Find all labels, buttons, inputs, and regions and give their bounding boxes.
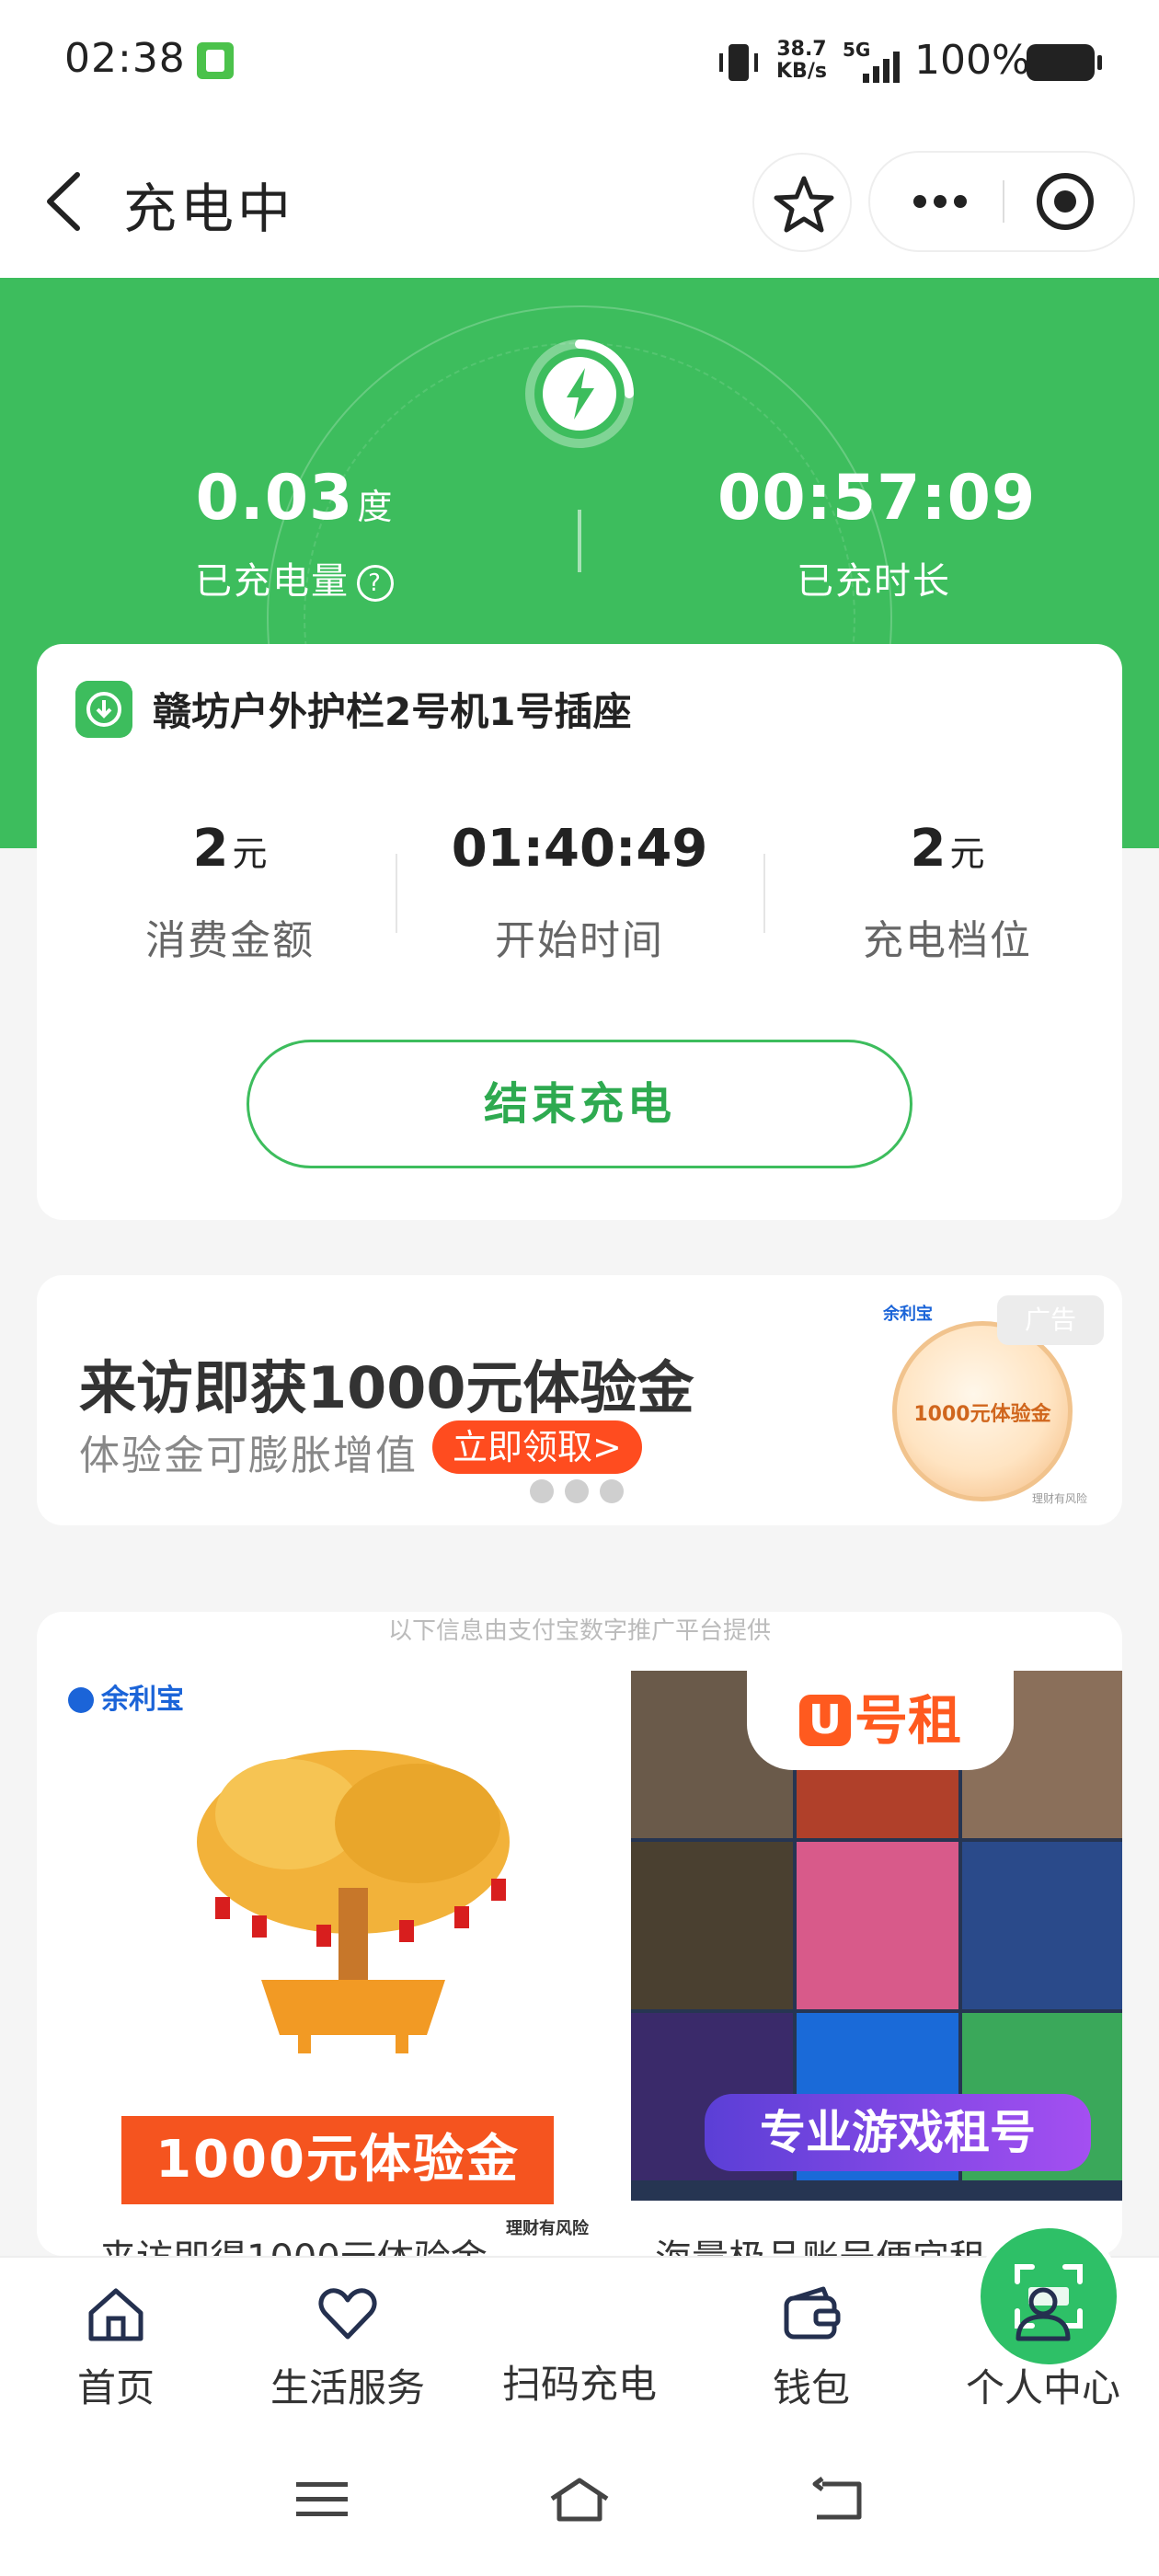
status-bar: 02:38 38.7 KB/s 5G 100%: [0, 0, 1159, 129]
coin-icon: 1000元体验金: [892, 1321, 1073, 1501]
column-divider: [396, 854, 397, 933]
coin-text: 1000元体验金: [913, 1403, 1051, 1426]
tab-label: 个人中心: [965, 2365, 1120, 2410]
person-icon: [1016, 2287, 1071, 2341]
ad-banner[interactable]: 来访即获1000元体验金 体验金可膨胀增值 立即领取> 余利宝 1000元体验金…: [37, 1275, 1122, 1525]
amount-value: 2: [192, 819, 229, 879]
tab-label: 钱包: [772, 2365, 850, 2410]
feed-caption-right[interactable]: 海量极品账号便宜租: [655, 2228, 986, 2256]
charging-bolt-icon: [525, 339, 634, 448]
tab-label: 扫码充电: [501, 2362, 657, 2407]
help-icon[interactable]: ?: [357, 565, 394, 602]
ad-subtitle: 体验金可膨胀增值: [79, 1432, 418, 1479]
carousel-dot: [565, 1479, 589, 1503]
feed-source-note: 以下信息由支付宝数字推广平台提供: [387, 1617, 771, 1645]
start-time-value: 01:40:49: [451, 819, 708, 879]
tab-scan-charge[interactable]: 扫码充电: [469, 2223, 1122, 2409]
yulibao-banner: 1000元体验金: [121, 2116, 554, 2204]
status-time: 02:38: [64, 35, 186, 82]
tab-profile[interactable]: 个人中心: [933, 2282, 1153, 2413]
star-icon: [774, 176, 834, 233]
yulibao-logo: 余利宝: [68, 1676, 184, 1717]
level-label: 充电档位: [863, 917, 1032, 964]
yulibao-logo-icon: [68, 1687, 94, 1713]
tab-life-services[interactable]: 生活服务: [237, 2282, 458, 2413]
menu-icon[interactable]: [293, 2477, 351, 2523]
start-time-label: 开始时间: [495, 917, 664, 964]
tab-label: 生活服务: [270, 2365, 425, 2410]
game-rental-banner: 专业游戏租号: [705, 2094, 1091, 2171]
charged-duration-stat: 00:57:09 已充时长: [717, 462, 1037, 604]
energy-value: 0.03: [195, 462, 354, 535]
wallet-icon: [784, 2286, 841, 2340]
game-art-tile: [797, 1842, 958, 2009]
nav-bar: 充电中: [0, 129, 1159, 278]
site-name: 赣坊户外护栏2号机1号插座: [153, 689, 632, 734]
system-navigation-bar: [0, 2420, 1159, 2576]
amount-stat: 2元 消费金额: [74, 819, 386, 966]
carousel-dot: [530, 1479, 554, 1503]
column-divider: [763, 854, 765, 933]
vibrate-icon: [719, 44, 758, 81]
battery-percent: 100%: [914, 37, 1030, 84]
carousel-indicator: [530, 1479, 640, 1505]
stat-divider: [578, 510, 581, 572]
tab-label: 首页: [76, 2365, 155, 2410]
more-button[interactable]: [870, 153, 1003, 250]
ad-title: 来访即获1000元体验金: [79, 1354, 694, 1421]
ad-claim-button[interactable]: 立即领取>: [432, 1420, 642, 1474]
mini-program-capsule: [868, 151, 1135, 252]
charging-session-card: 赣坊户外护栏2号机1号插座 2元 消费金额 01:40:49 开始时间 2元 充…: [37, 644, 1122, 1220]
favorite-button[interactable]: [752, 153, 852, 252]
level-stat: 2元 充电档位: [791, 819, 1104, 966]
start-time-stat: 01:40:49 开始时间: [423, 819, 736, 966]
ad-brand-logo: 余利宝: [883, 1305, 933, 1324]
home-icon: [88, 2288, 143, 2341]
yulibao-risk-note: 理财有风险: [506, 2219, 589, 2238]
battery-icon: [1027, 44, 1102, 81]
target-close-icon: [1037, 173, 1094, 230]
bottom-tab-bar: 首页 生活服务 扫码充电 钱包 个人中心: [0, 2223, 1159, 2420]
feed-item-yulibao[interactable]: 余利宝 1000元体验金 理财有风险: [68, 1667, 611, 2238]
signal-icon: [863, 52, 900, 83]
home-nav-icon[interactable]: [546, 2477, 613, 2523]
capsule-divider: [1003, 180, 1004, 223]
back-icon[interactable]: [40, 169, 86, 234]
notification-icon: [197, 42, 234, 79]
amount-unit: 元: [232, 834, 268, 874]
feed-item-game-rental[interactable]: U 号租 专业游戏租号: [631, 1671, 1122, 2201]
urent-logo: U 号租: [747, 1671, 1014, 1770]
ad-risk-note: 理财有风险: [1032, 1492, 1088, 1505]
carousel-dot: [600, 1479, 624, 1503]
level-unit: 元: [949, 834, 985, 874]
page-title: 充电中: [123, 178, 295, 240]
charger-site-icon: [75, 681, 132, 738]
energy-label: 已充电量: [195, 560, 350, 603]
promo-feed: 以下信息由支付宝数字推广平台提供 余利宝 1000元体验金 理财有风险 U 号租…: [37, 1612, 1122, 2256]
amount-label: 消费金额: [145, 917, 315, 964]
feed-caption-left[interactable]: 来访即得1000元体验金: [99, 2228, 488, 2256]
ad-tag[interactable]: 广告: [997, 1295, 1104, 1345]
duration-label: 已充时长: [797, 560, 951, 603]
urent-u-icon: U: [798, 1695, 851, 1746]
close-miniprogram-button[interactable]: [1006, 153, 1133, 250]
duration-value: 00:57:09: [717, 462, 1037, 535]
tab-wallet[interactable]: 钱包: [701, 2282, 922, 2413]
back-nav-icon[interactable]: [808, 2477, 866, 2523]
heart-icon: [318, 2288, 377, 2340]
game-art-tile: [962, 1842, 1122, 2009]
net-speed: 38.7 KB/s: [776, 38, 827, 83]
tab-home[interactable]: 首页: [6, 2282, 226, 2413]
more-icon: [913, 195, 967, 208]
energy-unit: 度: [357, 487, 394, 527]
game-art-tile: [631, 1842, 793, 2009]
end-charging-button[interactable]: 结束充电: [247, 1040, 912, 1168]
charged-energy-stat: 0.03 度 已充电量?: [147, 462, 442, 604]
level-value: 2: [910, 819, 947, 879]
money-tree-icon: [197, 1750, 510, 2053]
